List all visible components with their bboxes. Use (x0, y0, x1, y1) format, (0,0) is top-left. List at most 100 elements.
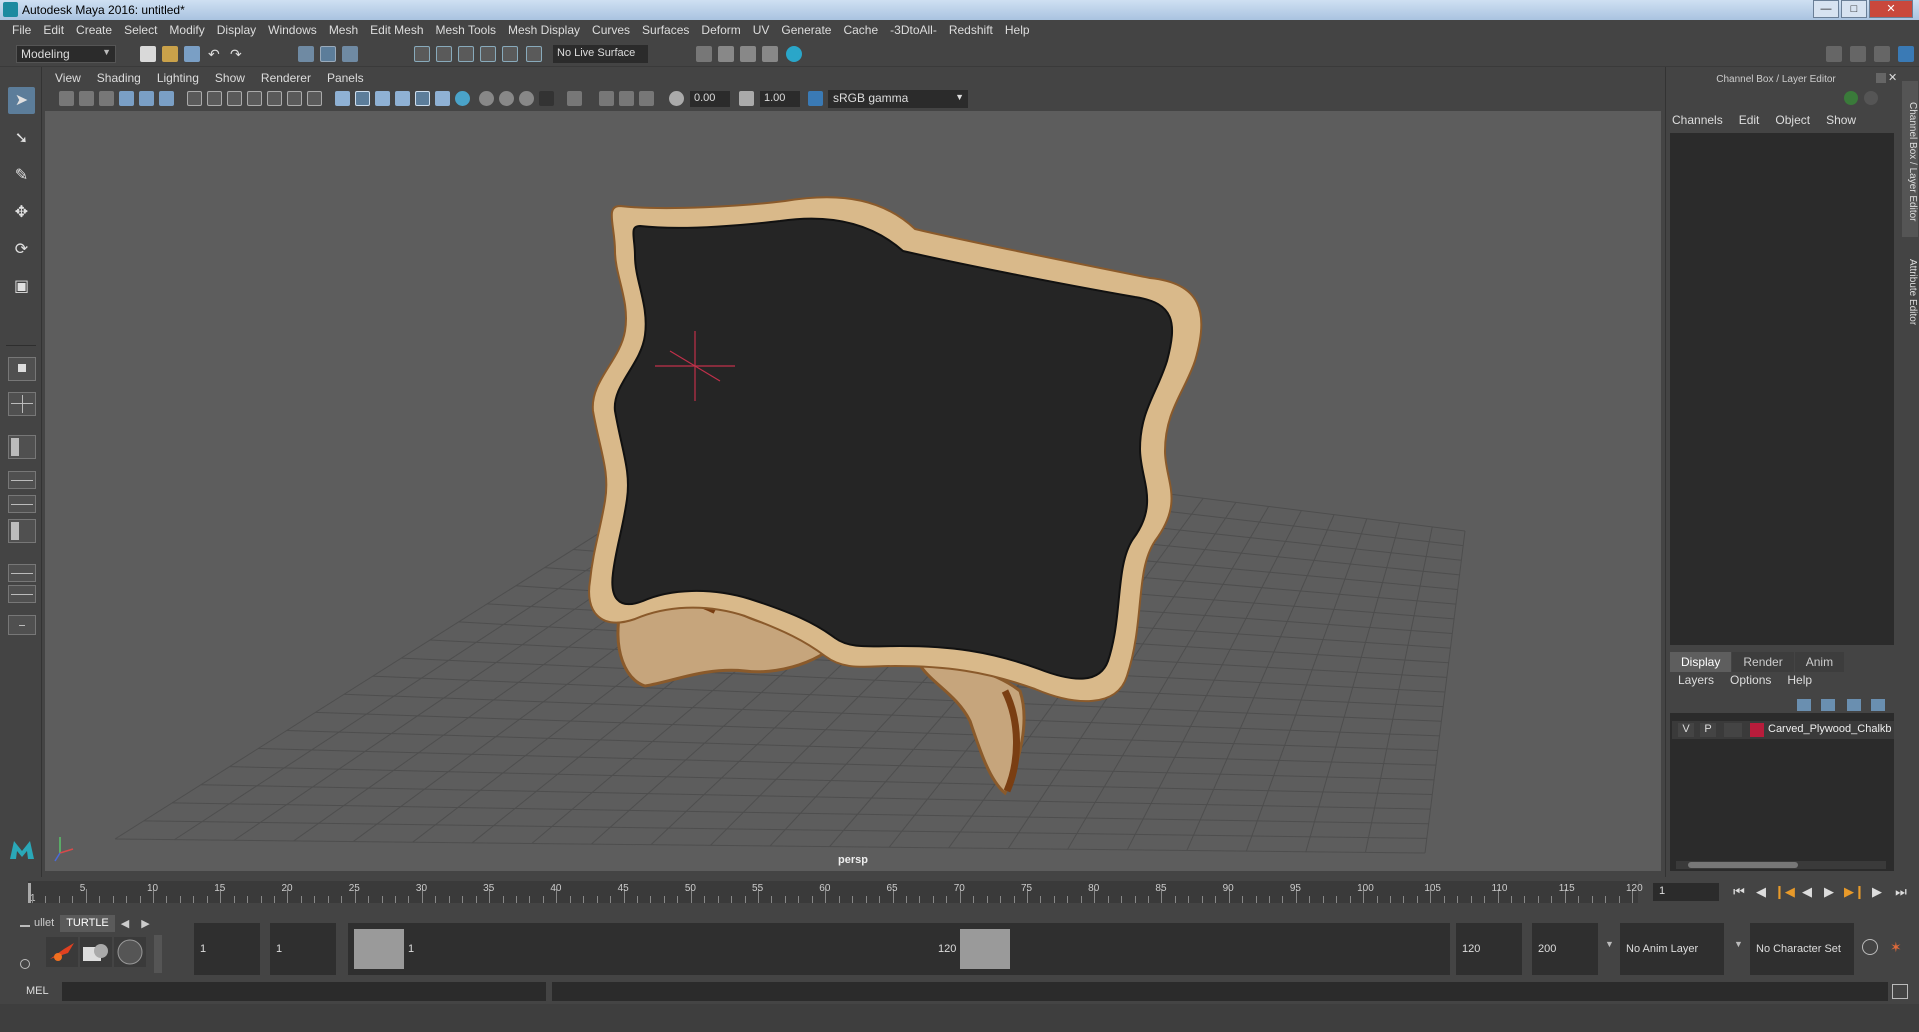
render-settings-icon[interactable] (696, 46, 712, 62)
move-layer-down-icon[interactable] (1821, 699, 1835, 711)
depth-of-field-icon[interactable] (519, 91, 534, 106)
menu-mesh[interactable]: Mesh (323, 20, 364, 41)
shelf-settings-icon[interactable] (20, 959, 30, 969)
new-layer-from-selected-icon[interactable] (1871, 699, 1885, 711)
safe-title-icon[interactable] (307, 91, 322, 106)
isolate-select-icon[interactable] (539, 91, 554, 106)
snap-to-view-plane-icon[interactable] (480, 46, 496, 62)
tab-render[interactable]: Render (1732, 652, 1794, 672)
tab-anim[interactable]: Anim (1794, 652, 1845, 672)
range-slider-end-handle[interactable] (960, 929, 1010, 969)
lasso-tool[interactable]: ➘ (8, 125, 35, 152)
channel-box-toggle-icon[interactable] (1898, 46, 1914, 62)
workspace-icon[interactable] (1826, 46, 1842, 62)
grid-toggle-icon[interactable] (187, 91, 202, 106)
animation-start-field[interactable]: 1 (270, 923, 336, 975)
hypershade-layout-icon[interactable] (8, 495, 36, 513)
grease-pencil-icon[interactable] (159, 91, 174, 106)
select-by-component-icon[interactable] (342, 46, 358, 62)
lights-icon[interactable] (415, 91, 430, 106)
new-empty-layer-icon[interactable] (1847, 699, 1861, 711)
scale-tool[interactable]: ▣ (8, 273, 35, 300)
persp-outliner-layout-icon[interactable] (8, 435, 36, 459)
menu-create[interactable]: Create (70, 20, 118, 41)
menu-windows[interactable]: Windows (262, 20, 323, 41)
film-gate-icon[interactable] (207, 91, 222, 106)
persp-graph-layout-2-icon[interactable] (8, 564, 36, 582)
range-end-field[interactable]: 120 (1456, 923, 1522, 975)
menu-uv[interactable]: UV (747, 20, 776, 41)
rotate-tool[interactable]: ⟳ (8, 236, 35, 263)
range-slider-start-handle[interactable] (354, 929, 404, 969)
snap-to-curve-icon[interactable] (436, 46, 452, 62)
channel-menu-edit[interactable]: Edit (1739, 113, 1760, 127)
menu-redshift[interactable]: Redshift (943, 20, 999, 41)
chevron-down-icon[interactable]: ▼ (1734, 939, 1743, 949)
close-panel-icon[interactable]: ✕ (1888, 71, 1897, 84)
sphere-light-icon[interactable] (114, 937, 146, 967)
side-tab-channel-box[interactable]: Channel Box / Layer Editor (1902, 81, 1918, 237)
textured-icon[interactable] (395, 91, 410, 106)
layer-menu-layers[interactable]: Layers (1678, 673, 1714, 687)
layer-display-type-toggle[interactable] (1724, 723, 1742, 737)
snap-to-surface-icon[interactable] (502, 46, 518, 62)
step-forward-key-icon[interactable]: ▶ (1868, 884, 1886, 900)
channel-menu-object[interactable]: Object (1775, 113, 1810, 127)
close-button[interactable]: ✕ (1869, 0, 1913, 18)
select-camera-icon[interactable] (59, 91, 74, 106)
layer-visibility-toggle[interactable]: V (1678, 723, 1694, 737)
layer-row[interactable]: V P Carved_Plywood_Chalkb (1672, 721, 1894, 739)
wireframe-on-shaded-icon[interactable] (375, 91, 390, 106)
wireframe-icon[interactable] (335, 91, 350, 106)
menu-cache[interactable]: Cache (837, 20, 884, 41)
material-ball-icon[interactable] (80, 937, 112, 967)
snap-to-grid-icon[interactable] (414, 46, 430, 62)
character-set-field[interactable]: No Character Set (1750, 923, 1854, 975)
select-by-hierarchy-icon[interactable] (298, 46, 314, 62)
float-panel-icon[interactable] (1876, 73, 1886, 83)
panel-menu-panels[interactable]: Panels (319, 70, 372, 87)
gamma-icon[interactable] (739, 91, 754, 106)
auto-key-icon[interactable] (1862, 939, 1878, 955)
play-forward-icon[interactable]: ▶ (1820, 884, 1838, 900)
camera-attributes-icon[interactable] (79, 91, 94, 106)
snap-together-icon[interactable] (526, 46, 542, 62)
tab-display[interactable]: Display (1670, 652, 1732, 672)
layer-list-scrollbar[interactable] (1676, 861, 1886, 869)
exposure-field[interactable]: 0.00 (690, 91, 730, 107)
menu-3dtoall[interactable]: -3DtoAll- (884, 20, 943, 41)
shelf-tab-turtle[interactable]: TURTLE (60, 915, 115, 932)
color-management-icon[interactable] (808, 91, 823, 106)
current-frame-field[interactable]: 1 (1653, 883, 1719, 901)
layer-menu-help[interactable]: Help (1787, 673, 1812, 687)
xray-joints-icon[interactable] (599, 91, 614, 106)
collapse-toolbox-icon[interactable] (8, 615, 36, 635)
render-view-icon[interactable] (762, 46, 778, 62)
persp-graph-layout-icon[interactable] (8, 471, 36, 489)
side-tab-attribute-editor[interactable]: Attribute Editor (1902, 239, 1918, 339)
play-backward-icon[interactable]: ◀ (1798, 884, 1816, 900)
live-surface-field[interactable]: No Live Surface (553, 45, 648, 63)
select-tool[interactable]: ➤ (8, 87, 35, 114)
chevron-down-icon[interactable]: ▼ (1605, 939, 1614, 949)
menu-generate[interactable]: Generate (775, 20, 837, 41)
xray-components-icon[interactable] (619, 91, 634, 106)
safe-action-icon[interactable] (287, 91, 302, 106)
range-start-field[interactable]: 1 (194, 923, 260, 975)
menu-edit-mesh[interactable]: Edit Mesh (364, 20, 429, 41)
backface-culling-icon[interactable] (639, 91, 654, 106)
go-to-end-icon[interactable]: ⏭ (1892, 884, 1910, 900)
new-scene-icon[interactable] (140, 46, 156, 62)
shelf-scroll-left-icon[interactable]: ◀ (115, 915, 135, 932)
anti-aliasing-icon[interactable] (499, 91, 514, 106)
field-chart-icon[interactable] (267, 91, 282, 106)
paint-select-tool[interactable]: ✎ (8, 162, 35, 189)
move-tool[interactable]: ✥ (8, 199, 35, 226)
panel-menu-renderer[interactable]: Renderer (253, 70, 319, 87)
command-input[interactable] (62, 982, 546, 1001)
image-plane-icon[interactable] (119, 91, 134, 106)
exposure-icon[interactable] (669, 91, 684, 106)
panel-menu-shading[interactable]: Shading (89, 70, 149, 87)
step-back-key-icon[interactable]: ◀ (1752, 884, 1770, 900)
view-transform-dropdown[interactable]: sRGB gamma ▼ (828, 90, 968, 108)
